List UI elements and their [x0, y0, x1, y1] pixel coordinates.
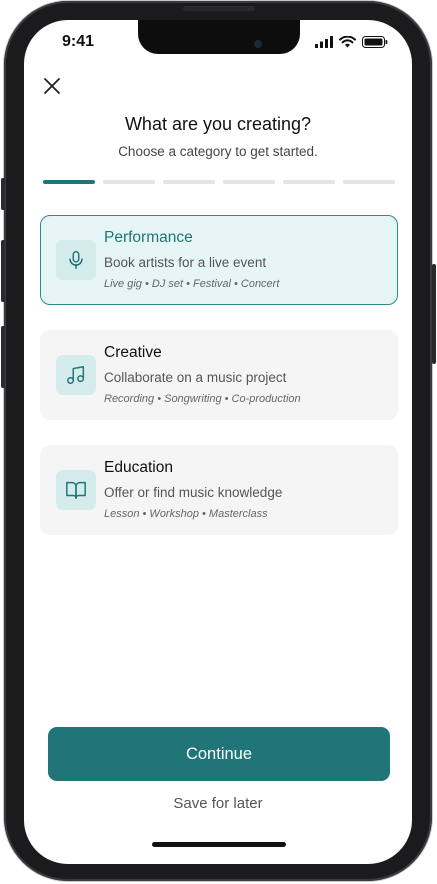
close-icon	[44, 78, 60, 94]
category-tags: Lesson • Workshop • Masterclass	[104, 508, 268, 520]
category-card-performance[interactable]: Performance Book artists for a live even…	[40, 215, 398, 305]
status-time: 9:41	[62, 33, 95, 50]
app-screen: 9:41 What are you creating? Choose a cat…	[24, 20, 412, 864]
page-subtitle: Choose a category to get started.	[118, 144, 318, 159]
progress-step-4	[223, 180, 275, 184]
battery-icon	[362, 36, 388, 48]
power-button	[432, 264, 436, 364]
category-title: Creative	[104, 344, 162, 361]
earpiece-speaker	[183, 6, 255, 11]
status-icons	[315, 36, 388, 48]
step-progress-indicator	[43, 180, 395, 184]
continue-button[interactable]: Continue	[48, 727, 390, 781]
card-icon-container	[56, 470, 96, 510]
open-book-icon	[66, 481, 86, 499]
microphone-icon	[69, 251, 83, 269]
dynamic-island	[138, 20, 300, 54]
save-for-later-link[interactable]: Save for later	[24, 795, 412, 812]
card-icon-container	[56, 240, 96, 280]
volume-up-button	[1, 240, 5, 302]
mute-switch	[1, 178, 5, 210]
category-description: Collaborate on a music project	[104, 370, 287, 385]
progress-step-6	[343, 180, 395, 184]
category-tags: Recording • Songwriting • Co-production	[104, 393, 301, 405]
cellular-signal-icon	[315, 36, 333, 48]
volume-down-button	[1, 326, 5, 388]
page-title: What are you creating?	[124, 114, 312, 134]
music-note-icon	[67, 366, 85, 384]
category-card-creative[interactable]: Creative Collaborate on a music project …	[40, 330, 398, 420]
wifi-icon	[339, 36, 356, 48]
progress-step-2	[103, 180, 155, 184]
category-card-education[interactable]: Education Offer or find music knowledge …	[40, 445, 398, 535]
progress-step-5	[283, 180, 335, 184]
progress-step-3	[163, 180, 215, 184]
close-button[interactable]	[40, 74, 64, 98]
category-description: Offer or find music knowledge	[104, 485, 283, 500]
progress-step-1	[43, 180, 95, 184]
card-icon-container	[56, 355, 96, 395]
front-camera	[254, 40, 262, 48]
category-title: Performance	[104, 229, 193, 246]
category-title: Education	[104, 459, 173, 476]
category-tags: Live gig • DJ set • Festival • Concert	[104, 278, 280, 290]
home-indicator	[152, 842, 286, 847]
category-description: Book artists for a live event	[104, 255, 267, 270]
